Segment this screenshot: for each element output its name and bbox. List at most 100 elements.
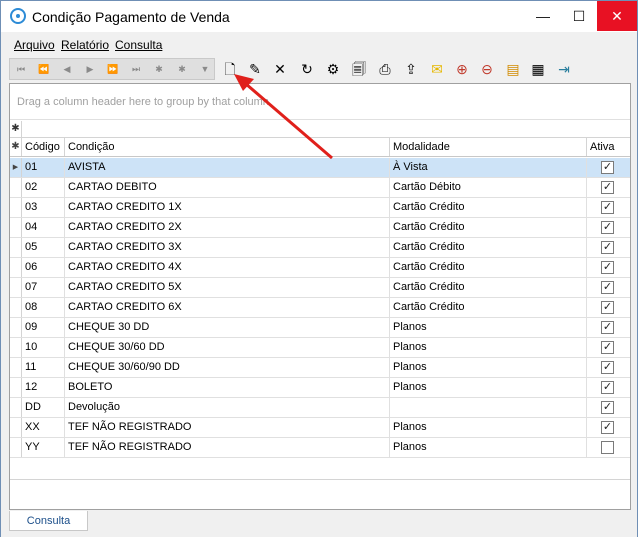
- cell-modalidade[interactable]: À Vista: [390, 158, 587, 177]
- cell-modalidade[interactable]: Planos: [390, 338, 587, 357]
- exit-icon[interactable]: ⇥: [554, 59, 574, 79]
- cell-modalidade[interactable]: Planos: [390, 318, 587, 337]
- next-record-icon[interactable]: ▶: [81, 61, 99, 77]
- cell-condicao[interactable]: CARTAO CREDITO 2X: [65, 218, 390, 237]
- cell-codigo[interactable]: 06: [22, 258, 65, 277]
- ativa-checkbox[interactable]: ✓: [601, 341, 614, 354]
- column-header-ativa[interactable]: Ativa: [587, 138, 630, 156]
- cell-modalidade[interactable]: Cartão Crédito: [390, 218, 587, 237]
- ativa-checkbox[interactable]: ✓: [601, 261, 614, 274]
- cell-modalidade[interactable]: Cartão Crédito: [390, 278, 587, 297]
- table-row[interactable]: 11 CHEQUE 30/60/90 DD Planos ✓: [10, 358, 630, 378]
- refresh-icon[interactable]: ↻: [297, 59, 317, 79]
- prev-record-icon[interactable]: ◀: [58, 61, 76, 77]
- cell-modalidade[interactable]: Cartão Crédito: [390, 238, 587, 257]
- minimize-button[interactable]: —: [526, 1, 560, 31]
- cell-modalidade[interactable]: Planos: [390, 378, 587, 397]
- table-row[interactable]: ▶ 01 AVISTA À Vista ✓: [10, 158, 630, 178]
- export-icon[interactable]: ⇪: [401, 59, 421, 79]
- first-record-icon[interactable]: ⏮: [12, 61, 30, 77]
- ativa-checkbox[interactable]: ✓: [601, 401, 614, 414]
- table-row[interactable]: DD Devolução ✓: [10, 398, 630, 418]
- table-row[interactable]: 06 CARTAO CREDITO 4X Cartão Crédito ✓: [10, 258, 630, 278]
- cell-codigo[interactable]: 03: [22, 198, 65, 217]
- cell-codigo[interactable]: XX: [22, 418, 65, 437]
- cell-codigo[interactable]: 10: [22, 338, 65, 357]
- zoom-in-icon[interactable]: ⊕: [452, 59, 472, 79]
- email-icon[interactable]: ✉: [427, 59, 447, 79]
- cell-modalidade[interactable]: Planos: [390, 438, 587, 457]
- table-row[interactable]: 09 CHEQUE 30 DD Planos ✓: [10, 318, 630, 338]
- cell-condicao[interactable]: CHEQUE 30/60/90 DD: [65, 358, 390, 377]
- table-row[interactable]: 08 CARTAO CREDITO 6X Cartão Crédito ✓: [10, 298, 630, 318]
- cell-condicao[interactable]: Devolução: [65, 398, 390, 417]
- cell-codigo[interactable]: 11: [22, 358, 65, 377]
- cell-modalidade[interactable]: Cartão Crédito: [390, 198, 587, 217]
- tab-consulta[interactable]: Consulta: [9, 511, 88, 531]
- column-header-condicao[interactable]: Condição: [65, 138, 390, 156]
- cell-codigo[interactable]: DD: [22, 398, 65, 417]
- print-icon[interactable]: ⎙: [375, 59, 395, 79]
- cell-codigo[interactable]: YY: [22, 438, 65, 457]
- cell-codigo[interactable]: 01: [22, 158, 65, 177]
- cell-condicao[interactable]: TEF NÃO REGISTRADO: [65, 418, 390, 437]
- ativa-checkbox[interactable]: ✓: [601, 181, 614, 194]
- cell-modalidade[interactable]: Cartão Crédito: [390, 258, 587, 277]
- table-row[interactable]: 10 CHEQUE 30/60 DD Planos ✓: [10, 338, 630, 358]
- cell-modalidade[interactable]: Cartão Débito: [390, 178, 587, 197]
- cell-codigo[interactable]: 07: [22, 278, 65, 297]
- table-row[interactable]: 12 BOLETO Planos ✓: [10, 378, 630, 398]
- layout-icon[interactable]: ▦: [528, 59, 548, 79]
- ativa-checkbox[interactable]: ✓: [601, 381, 614, 394]
- cell-condicao[interactable]: CARTAO CREDITO 3X: [65, 238, 390, 257]
- menu-consulta[interactable]: Consulta: [115, 38, 162, 52]
- maximize-button[interactable]: ☐: [562, 1, 596, 31]
- ativa-checkbox[interactable]: ✓: [601, 281, 614, 294]
- columns-icon[interactable]: ▤: [503, 59, 523, 79]
- cell-codigo[interactable]: 04: [22, 218, 65, 237]
- ativa-checkbox[interactable]: ✓: [601, 241, 614, 254]
- cell-condicao[interactable]: CHEQUE 30/60 DD: [65, 338, 390, 357]
- new-document-icon[interactable]: 🗋: [220, 59, 240, 79]
- table-row[interactable]: 02 CARTAO DEBITO Cartão Débito ✓: [10, 178, 630, 198]
- cell-modalidade[interactable]: Planos: [390, 358, 587, 377]
- cell-condicao[interactable]: CHEQUE 30 DD: [65, 318, 390, 337]
- zoom-out-icon[interactable]: ⊖: [477, 59, 497, 79]
- last-record-icon[interactable]: ⏭: [127, 61, 145, 77]
- ativa-checkbox[interactable]: ✓: [601, 161, 614, 174]
- ativa-checkbox[interactable]: ✓: [601, 421, 614, 434]
- next-page-icon[interactable]: ⏩: [104, 61, 122, 77]
- group-by-panel[interactable]: Drag a column header here to group by th…: [10, 84, 630, 120]
- column-header-modalidade[interactable]: Modalidade: [390, 138, 587, 156]
- cell-codigo[interactable]: 02: [22, 178, 65, 197]
- cell-condicao[interactable]: CARTAO CREDITO 5X: [65, 278, 390, 297]
- preview-icon[interactable]: 🗐: [349, 59, 369, 79]
- cell-modalidade[interactable]: [390, 398, 587, 417]
- table-row[interactable]: 07 CARTAO CREDITO 5X Cartão Crédito ✓: [10, 278, 630, 298]
- ativa-checkbox[interactable]: ✓: [601, 301, 614, 314]
- table-row[interactable]: XX TEF NÃO REGISTRADO Planos ✓: [10, 418, 630, 438]
- cell-condicao[interactable]: TEF NÃO REGISTRADO: [65, 438, 390, 457]
- table-row[interactable]: YY TEF NÃO REGISTRADO Planos: [10, 438, 630, 458]
- delete-icon[interactable]: ✕: [270, 59, 290, 79]
- ativa-checkbox[interactable]: [601, 441, 614, 454]
- menu-relatorio[interactable]: Relatório: [61, 38, 109, 52]
- ativa-checkbox[interactable]: ✓: [601, 221, 614, 234]
- table-row[interactable]: 04 CARTAO CREDITO 2X Cartão Crédito ✓: [10, 218, 630, 238]
- cell-condicao[interactable]: CARTAO CREDITO 1X: [65, 198, 390, 217]
- insert-record-icon[interactable]: ✱: [150, 61, 168, 77]
- cell-codigo[interactable]: 12: [22, 378, 65, 397]
- edit-document-icon[interactable]: ✎: [245, 59, 265, 79]
- table-row[interactable]: 05 CARTAO CREDITO 3X Cartão Crédito ✓: [10, 238, 630, 258]
- table-row[interactable]: 03 CARTAO CREDITO 1X Cartão Crédito ✓: [10, 198, 630, 218]
- cell-condicao[interactable]: CARTAO CREDITO 6X: [65, 298, 390, 317]
- ativa-checkbox[interactable]: ✓: [601, 361, 614, 374]
- filter-icon[interactable]: ▼: [196, 61, 214, 77]
- cell-codigo[interactable]: 05: [22, 238, 65, 257]
- filter-row[interactable]: ✱: [10, 121, 630, 138]
- ativa-checkbox[interactable]: ✓: [601, 201, 614, 214]
- cell-condicao[interactable]: BOLETO: [65, 378, 390, 397]
- cell-modalidade[interactable]: Planos: [390, 418, 587, 437]
- cell-codigo[interactable]: 08: [22, 298, 65, 317]
- ativa-checkbox[interactable]: ✓: [601, 321, 614, 334]
